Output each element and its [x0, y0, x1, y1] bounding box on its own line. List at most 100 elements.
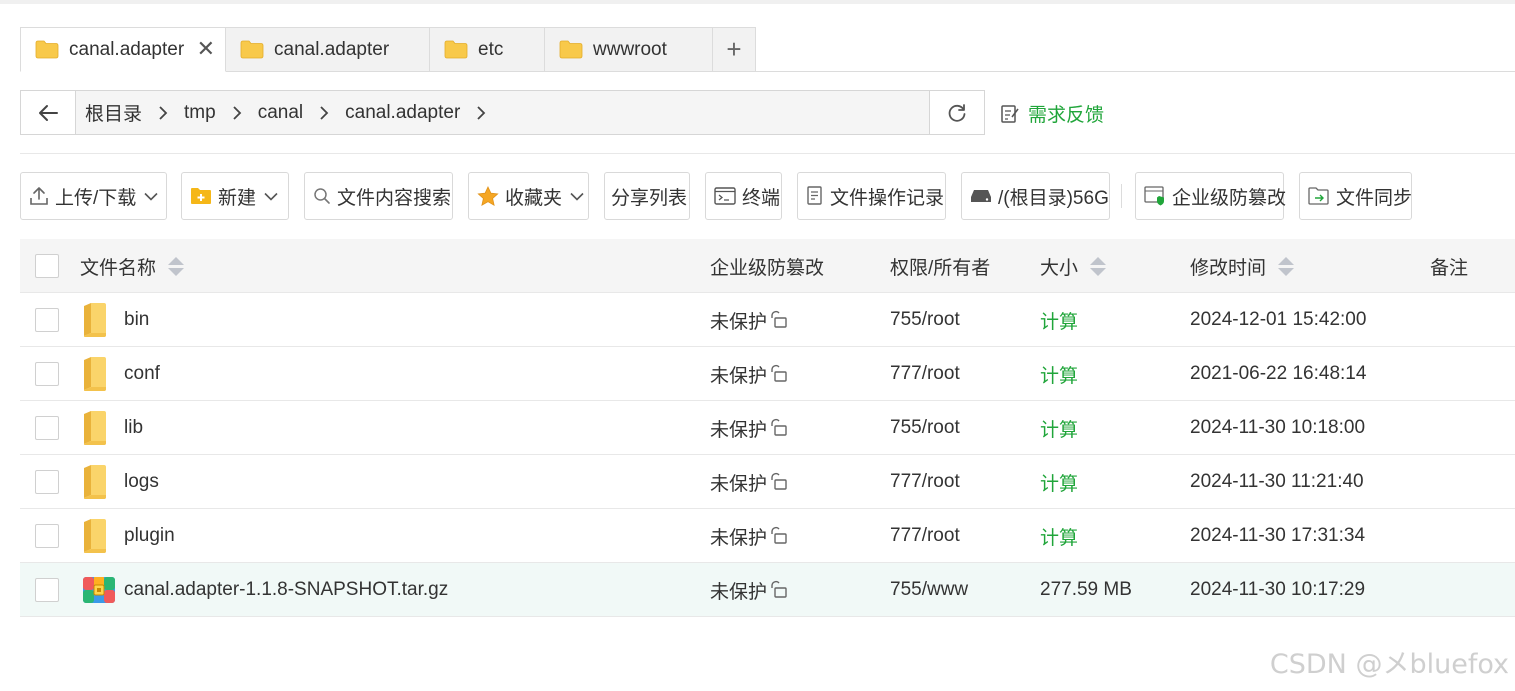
content-search-button[interactable]: 文件内容搜索 [304, 172, 453, 220]
breadcrumb-tmp[interactable]: tmp [184, 102, 216, 124]
toolbar-separator [1121, 184, 1122, 208]
permission-owner[interactable]: 777/root [890, 455, 960, 509]
calculate-size-link[interactable]: 计算 [1040, 347, 1078, 401]
modified-time: 2024-11-30 10:18:00 [1190, 417, 1366, 438]
close-icon[interactable]: ✕ [197, 37, 215, 61]
calculate-size-link[interactable]: 计算 [1040, 401, 1078, 455]
table-row[interactable]: canal.adapter-1.1.8-SNAPSHOT.tar.gz 未保护 75… [20, 563, 1515, 617]
tab-label: canal.adapter [69, 38, 185, 60]
tamper-protection-button[interactable]: 企业级防篡改 [1135, 172, 1286, 220]
table-header: 文件名称 企业级防篡改 权限/所有者 大小 修改时间 备注 [20, 239, 1515, 293]
calculate-size-link[interactable]: 计算 [1040, 455, 1078, 509]
calculate-size-link[interactable]: 计算 [1040, 509, 1078, 563]
tab-etc[interactable]: etc [430, 27, 545, 72]
feedback-link[interactable]: 需求反馈 [1000, 100, 1104, 127]
tamper-status-label: 未保护 [710, 311, 768, 333]
disk-button[interactable]: /(根目录)56G [961, 172, 1110, 220]
permission-owner[interactable]: 755/www [890, 563, 968, 617]
watermark: CSDN @メbluefox [1269, 649, 1509, 680]
permission-owner[interactable]: 755/root [890, 401, 960, 455]
new-label: 新建 [218, 187, 257, 209]
column-header-permission: 权限/所有者 [890, 239, 990, 293]
refresh-icon [948, 103, 966, 122]
tab-wwwroot[interactable]: wwwroot [545, 27, 713, 72]
permission-owner[interactable]: 755/root [890, 293, 960, 347]
tamper-status[interactable]: 未保护 [710, 347, 787, 401]
file-name[interactable]: conf [124, 347, 160, 401]
row-checkbox[interactable] [35, 416, 59, 440]
row-checkbox[interactable] [35, 578, 59, 602]
column-header-size[interactable]: 大小 [1040, 239, 1107, 293]
breadcrumb-canal-adapter[interactable]: canal.adapter [345, 102, 460, 124]
select-all-checkbox[interactable] [35, 254, 59, 278]
file-name[interactable]: plugin [124, 509, 175, 563]
address-bar: 根目录 tmp canal canal.adapter [20, 90, 985, 135]
file-name[interactable]: canal.adapter-1.1.8-SNAPSHOT.tar.gz [124, 563, 448, 617]
unlock-icon [767, 468, 787, 496]
share-list-button[interactable]: 分享列表 [604, 172, 690, 220]
column-header-mtime[interactable]: 修改时间 [1190, 239, 1295, 293]
unlock-icon [767, 576, 787, 604]
file-operation-log-button[interactable]: 文件操作记录 [797, 172, 946, 220]
new-folder-icon [191, 188, 211, 204]
tamper-status-label: 未保护 [710, 473, 768, 495]
file-name[interactable]: logs [124, 455, 159, 509]
tamper-status-label: 未保护 [710, 527, 768, 549]
breadcrumb-root[interactable]: 根目录 [85, 99, 142, 126]
row-checkbox[interactable] [35, 308, 59, 332]
unlock-icon [767, 306, 787, 334]
tamper-status[interactable]: 未保护 [710, 401, 787, 455]
chevron-down-icon [570, 192, 584, 201]
back-button[interactable] [21, 91, 76, 134]
chevron-right-icon[interactable] [148, 103, 178, 123]
unlock-icon [767, 522, 787, 550]
upload-download-button[interactable]: 上传/下载 [20, 172, 167, 220]
row-checkbox[interactable] [35, 362, 59, 386]
table-row[interactable]: logs 未保护 777/root 计算 2024-11-30 11:21:40 [20, 455, 1515, 509]
calculate-size-link[interactable]: 计算 [1040, 293, 1078, 347]
table-row[interactable]: lib 未保护 755/root 计算 2024-11-30 10:18:00 [20, 401, 1515, 455]
permission-owner[interactable]: 777/root [890, 347, 960, 401]
tab-canal-adapter[interactable]: canal.adapter [226, 27, 430, 72]
table-row[interactable]: plugin 未保护 777/root 计算 2024-11-30 17:31:34 [20, 509, 1515, 563]
upload-download-label: 上传/下载 [55, 187, 137, 209]
chevron-right-icon[interactable] [222, 103, 252, 123]
column-label: 大小 [1040, 257, 1079, 279]
new-button[interactable]: 新建 [181, 172, 289, 220]
tamper-status[interactable]: 未保护 [710, 293, 787, 347]
column-header-note: 备注 [1430, 239, 1468, 293]
file-name[interactable]: bin [124, 293, 149, 347]
row-checkbox-cell [35, 293, 59, 347]
folder-icon [82, 401, 108, 455]
folder-icon [240, 40, 264, 59]
terminal-button[interactable]: 终端 [705, 172, 782, 220]
refresh-button[interactable] [929, 91, 984, 134]
select-all-cell [35, 239, 59, 293]
file-name[interactable]: lib [124, 401, 143, 455]
permission-owner[interactable]: 777/root [890, 509, 960, 563]
chevron-right-icon[interactable] [466, 103, 496, 123]
table-row[interactable]: conf 未保护 777/root 计算 2021-06-22 16:48:14 [20, 347, 1515, 401]
chevron-right-icon[interactable] [309, 103, 339, 123]
folder-icon [35, 40, 59, 59]
add-tab-button[interactable]: + [713, 27, 756, 72]
log-icon [807, 186, 822, 205]
file-sync-button[interactable]: 文件同步 [1299, 172, 1412, 220]
favorites-button[interactable]: 收藏夹 [468, 172, 589, 220]
tamper-status[interactable]: 未保护 [710, 563, 787, 617]
table-row[interactable]: bin 未保护 755/root 计算 2024-12-01 15:42:00 [20, 293, 1515, 347]
column-header-name[interactable]: 文件名称 [80, 239, 185, 293]
tab-canal-adapter-active[interactable]: canal.adapter ✕ [20, 27, 226, 72]
breadcrumb-canal[interactable]: canal [258, 102, 303, 124]
tamper-status[interactable]: 未保护 [710, 509, 787, 563]
row-checkbox-cell [35, 401, 59, 455]
tamper-status[interactable]: 未保护 [710, 455, 787, 509]
row-checkbox[interactable] [35, 470, 59, 494]
tab-label: wwwroot [593, 38, 667, 60]
tab-divider [20, 71, 1515, 72]
column-label: 备注 [1430, 257, 1469, 279]
row-checkbox[interactable] [35, 524, 59, 548]
upload-icon [30, 187, 48, 205]
row-checkbox-cell [35, 563, 59, 617]
modified-time: 2024-12-01 15:42:00 [1190, 309, 1367, 330]
